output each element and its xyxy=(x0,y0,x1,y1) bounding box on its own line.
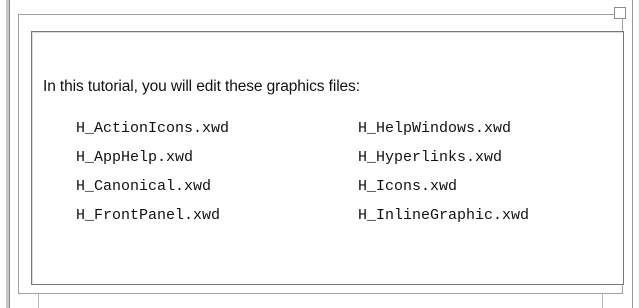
file-name: H_FrontPanel.xwd xyxy=(76,207,221,224)
bottom-right-tick xyxy=(602,294,603,308)
panel-bottom-rule xyxy=(18,293,623,294)
intro-text: In this tutorial, you will edit these gr… xyxy=(43,78,360,95)
file-name: H_Hyperlinks.xwd xyxy=(358,149,503,166)
file-name: H_Canonical.xwd xyxy=(76,178,212,195)
file-name: H_InlineGraphic.xwd xyxy=(358,207,530,224)
file-name: H_AppHelp.xwd xyxy=(76,149,194,166)
document-view: In this tutorial, you will edit these gr… xyxy=(0,0,639,308)
file-name: H_Icons.xwd xyxy=(358,178,458,195)
panel-left-rail xyxy=(18,14,19,294)
resize-handle[interactable] xyxy=(614,7,626,19)
file-name: H_ActionIcons.xwd xyxy=(76,120,230,137)
panel-top-rule xyxy=(18,14,618,15)
file-name: H_HelpWindows.xwd xyxy=(358,120,512,137)
right-edge-rule xyxy=(632,0,633,308)
bottom-left-tick xyxy=(38,294,39,308)
file-list: H_ActionIcons.xwd H_HelpWindows.xwd H_Ap… xyxy=(76,118,618,227)
left-edge-rule xyxy=(6,0,10,308)
